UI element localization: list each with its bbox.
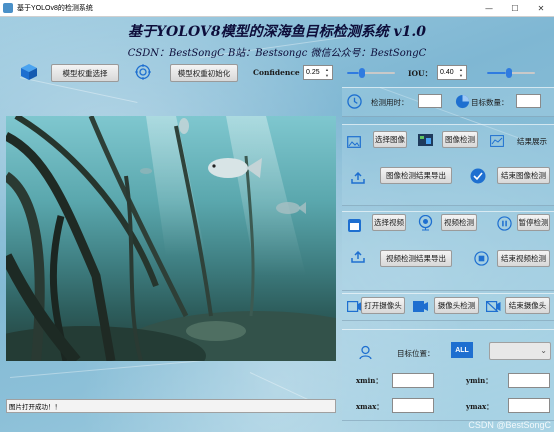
xmin-label: xmin：	[356, 376, 383, 385]
export-image-results-button[interactable]: 图像检测结果导出	[380, 167, 452, 184]
pie-chart-icon	[454, 93, 470, 109]
count-label: 目标数量：	[471, 98, 509, 107]
export-video-results-button[interactable]: 视频检测结果导出	[380, 250, 452, 267]
time-value-field	[418, 94, 442, 108]
iou-slider[interactable]	[487, 68, 535, 78]
show-results-label[interactable]: 结果展示	[517, 136, 547, 147]
maximize-button[interactable]: ☐	[502, 0, 528, 17]
xmax-label: xmax：	[356, 402, 384, 411]
window-title: 基于YOLOv8的检测系统	[17, 5, 93, 12]
upload-icon	[350, 170, 366, 186]
close-camera-button[interactable]: 结束摄像头	[505, 297, 550, 314]
iou-value: 0.40	[440, 69, 454, 76]
xmin-field	[392, 373, 434, 388]
pause-icon	[495, 214, 513, 232]
open-camera-button[interactable]: 打开摄像头	[361, 297, 405, 314]
chevron-down-icon: ⌄	[540, 346, 547, 355]
window-titlebar: 基于YOLOv8的检测系统 — ☐ ✕	[0, 0, 554, 17]
confidence-value: 0.25	[306, 69, 320, 76]
spin-arrows-icon[interactable]: ▲ ▼	[325, 67, 331, 78]
count-value-field	[516, 94, 541, 108]
iou-spinbox[interactable]: 0.40 ▲ ▼	[437, 65, 467, 80]
confidence-label: Confidence	[253, 68, 300, 77]
location-pin-icon	[357, 344, 373, 360]
clock-icon	[346, 93, 362, 109]
app-background: 基于YOLOV8模型的深海鱼目标检测系统 v1.0 CSDN：BestSongC…	[0, 17, 554, 432]
check-circle-icon	[469, 167, 487, 185]
select-video-button[interactable]: 选择视频	[372, 214, 406, 231]
ymin-label: ymin：	[466, 376, 493, 385]
ymax-label: ymax：	[466, 402, 494, 411]
all-icon: ALL	[451, 342, 473, 358]
camera-icon	[346, 299, 362, 313]
image-detect-icon	[417, 133, 433, 147]
confidence-spinbox[interactable]: 0.25 ▲ ▼	[303, 65, 333, 80]
camera-filled-icon	[412, 299, 428, 313]
all-label: ALL	[455, 346, 469, 354]
page-title: 基于YOLOV8模型的深海鱼目标检测系统 v1.0	[128, 24, 426, 40]
end-video-detection-button[interactable]: 结束视频检测	[497, 250, 550, 267]
image-icon	[346, 134, 362, 150]
time-label: 检测用时：	[371, 98, 409, 107]
minimize-button[interactable]: —	[476, 0, 502, 17]
confidence-slider[interactable]	[347, 68, 395, 78]
select-weights-button[interactable]: 模型权重选择	[51, 64, 119, 82]
cube-icon	[19, 62, 39, 82]
iou-label: IOU：	[408, 69, 433, 78]
end-image-detection-button[interactable]: 结束图像检测	[497, 167, 550, 184]
watermark: CSDN @BestSongC	[468, 420, 551, 430]
select-image-button[interactable]: 选择图像	[373, 131, 407, 148]
target-select[interactable]: ⌄	[489, 342, 551, 360]
xmax-field	[392, 398, 434, 413]
detect-image-button[interactable]: 图像检测	[442, 131, 478, 148]
close-button[interactable]: ✕	[528, 0, 554, 17]
webcam-icon	[416, 214, 434, 232]
spin-arrows-icon[interactable]: ▲ ▼	[459, 67, 465, 78]
target-icon	[134, 63, 152, 81]
init-weights-button[interactable]: 模型权重初始化	[170, 64, 238, 82]
video-file-icon	[346, 217, 362, 233]
status-bar: 图片打开成功！！	[6, 399, 336, 413]
target-position-label: 目标位置：	[397, 349, 435, 358]
pause-detection-button[interactable]: 暂停检测	[517, 214, 550, 231]
chart-icon	[489, 134, 505, 148]
detect-video-button[interactable]: 视频检测	[441, 214, 477, 231]
ymin-field	[508, 373, 550, 388]
app-icon	[3, 3, 13, 13]
upload-icon	[350, 249, 366, 265]
detect-camera-button[interactable]: 摄像头检测	[434, 297, 479, 314]
status-message: 图片打开成功！！	[9, 404, 61, 411]
page-subtitle: CSDN：BestSongC B站：Bestsongc 微信公众号：BestSo…	[127, 48, 427, 59]
ymax-field	[508, 398, 550, 413]
camera-off-icon	[485, 299, 501, 313]
detection-display	[6, 116, 336, 361]
stop-circle-icon	[472, 249, 490, 267]
underwater-image	[6, 116, 336, 361]
